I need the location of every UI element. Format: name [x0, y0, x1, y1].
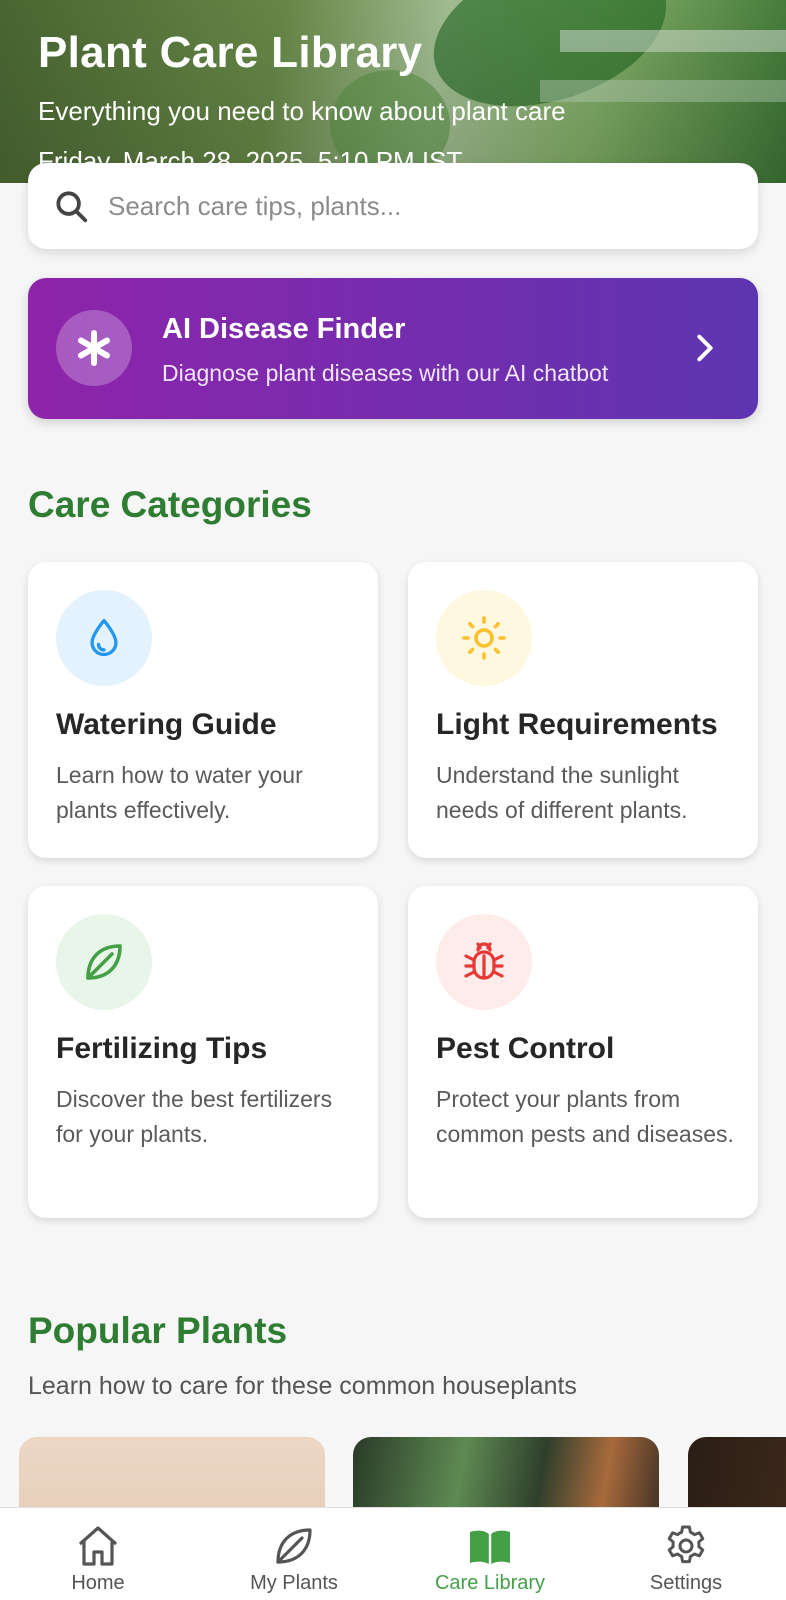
category-description: Protect your plants from common pests an… — [436, 1086, 734, 1147]
nav-item-care-library[interactable]: Care Library — [392, 1508, 588, 1600]
nav-item-home[interactable]: Home — [0, 1508, 196, 1600]
ai-disease-finder-card[interactable]: AI Disease Finder Diagnose plant disease… — [28, 278, 758, 419]
bug-icon — [436, 914, 532, 1010]
category-description: Understand the sunlight needs of differe… — [436, 762, 688, 823]
bottom-navigation: Home My Plants Care Library Settings — [0, 1507, 786, 1600]
category-card-light[interactable]: Light Requirements Understand the sunlig… — [408, 562, 758, 858]
leaf-icon — [56, 914, 152, 1010]
plant-card[interactable] — [19, 1437, 325, 1507]
category-title: Pest Control — [436, 1032, 615, 1065]
ai-finder-title: AI Disease Finder — [162, 313, 406, 345]
plant-card[interactable] — [353, 1437, 659, 1507]
category-description: Discover the best fertilizers for your p… — [56, 1086, 333, 1147]
nav-item-my-plants[interactable]: My Plants — [196, 1508, 392, 1600]
nav-label: Settings — [649, 1572, 723, 1594]
plant-card[interactable] — [688, 1437, 786, 1507]
water-drop-icon — [56, 590, 152, 686]
popular-plants-subtitle: Learn how to care for these common house… — [28, 1372, 577, 1400]
care-categories-heading: Care Categories — [28, 484, 312, 525]
book-icon — [470, 1530, 510, 1564]
popular-plants-heading: Popular Plants — [28, 1310, 288, 1351]
category-card-fertilizing[interactable]: Fertilizing Tips Discover the best ferti… — [28, 886, 378, 1218]
nav-label: Care Library — [434, 1572, 546, 1594]
nav-label: Home — [71, 1572, 125, 1594]
category-title: Watering Guide — [56, 708, 277, 741]
category-card-watering[interactable]: Watering Guide Learn how to water your p… — [28, 562, 378, 858]
chevron-right-icon — [697, 334, 713, 362]
ai-finder-subtitle: Diagnose plant diseases with our AI chat… — [162, 360, 609, 386]
search-bar[interactable] — [28, 163, 758, 249]
nav-label: My Plants — [250, 1572, 338, 1594]
sun-icon — [436, 590, 532, 686]
category-title: Fertilizing Tips — [56, 1032, 268, 1065]
gear-icon — [667, 1525, 705, 1564]
category-description: Learn how to water your plants effective… — [56, 762, 303, 823]
category-card-pest-control[interactable]: Pest Control Protect your plants from co… — [408, 886, 758, 1218]
home-icon — [78, 1526, 118, 1566]
search-icon — [56, 191, 88, 223]
popular-plants-carousel[interactable] — [0, 1437, 786, 1507]
nav-item-settings[interactable]: Settings — [588, 1508, 784, 1600]
page-title: Plant Care Library — [38, 28, 423, 77]
category-title: Light Requirements — [436, 708, 718, 741]
search-input[interactable] — [108, 183, 728, 229]
header-banner: Plant Care Library Everything you need t… — [0, 0, 786, 183]
asterisk-icon — [56, 310, 132, 386]
page-subtitle: Everything you need to know about plant … — [38, 96, 566, 126]
leaf-icon — [276, 1528, 312, 1564]
